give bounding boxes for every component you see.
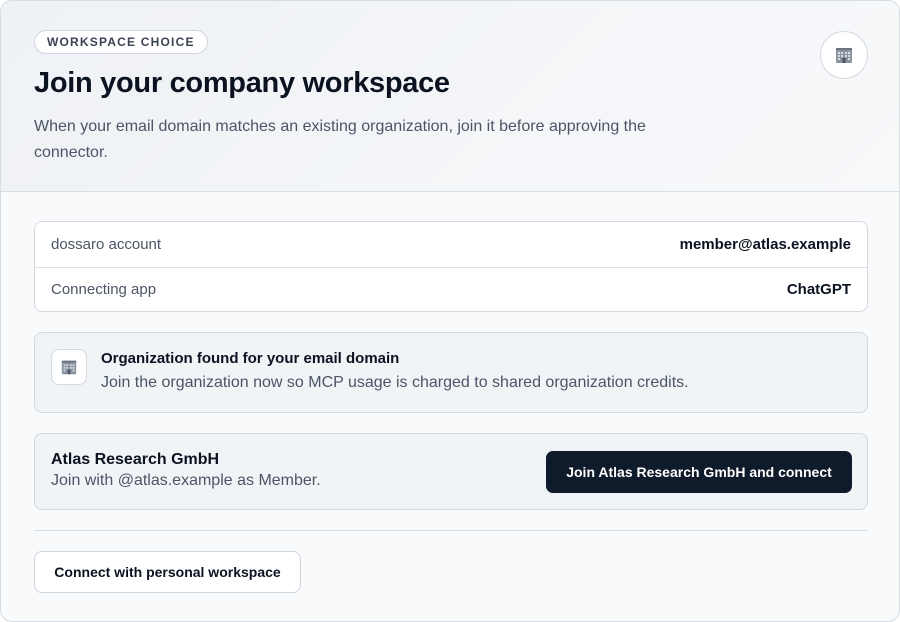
notice-title: Organization found for your email domain bbox=[101, 350, 400, 367]
organization-name: Atlas Research GmbH bbox=[51, 451, 220, 468]
office-building-icon bbox=[820, 31, 868, 79]
connect-personal-workspace-button[interactable]: Connect with personal workspace bbox=[34, 551, 301, 593]
page-subtitle: When your email domain matches an existi… bbox=[34, 118, 646, 161]
account-label: dossaro account bbox=[51, 236, 162, 253]
join-organization-button[interactable]: Join Atlas Research GmbH and connect bbox=[546, 451, 852, 493]
connecting-app-row: Connecting app ChatGPT bbox=[35, 267, 867, 311]
page-title: Join your company workspace bbox=[34, 67, 450, 99]
organization-detail: Join with @atlas.example as Member. bbox=[51, 472, 321, 489]
notice-text: Join the organization now so MCP usage i… bbox=[101, 374, 689, 391]
account-info-table: dossaro account member@atlas.example Con… bbox=[34, 221, 868, 312]
account-row: dossaro account member@atlas.example bbox=[35, 222, 867, 267]
connecting-app-label: Connecting app bbox=[51, 281, 157, 298]
office-building-icon bbox=[51, 349, 87, 385]
eyebrow-badge: WORKSPACE CHOICE bbox=[34, 30, 208, 54]
organization-card: Atlas Research GmbH Join with @atlas.exa… bbox=[34, 433, 868, 510]
connecting-app-value: ChatGPT bbox=[786, 281, 851, 298]
header: WORKSPACE CHOICE Join your company works… bbox=[1, 1, 899, 192]
workspace-choice-card: WORKSPACE CHOICE Join your company works… bbox=[0, 0, 900, 622]
organization-found-notice: Organization found for your email domain… bbox=[34, 332, 868, 413]
account-value: member@atlas.example bbox=[679, 236, 851, 253]
divider bbox=[34, 530, 868, 531]
